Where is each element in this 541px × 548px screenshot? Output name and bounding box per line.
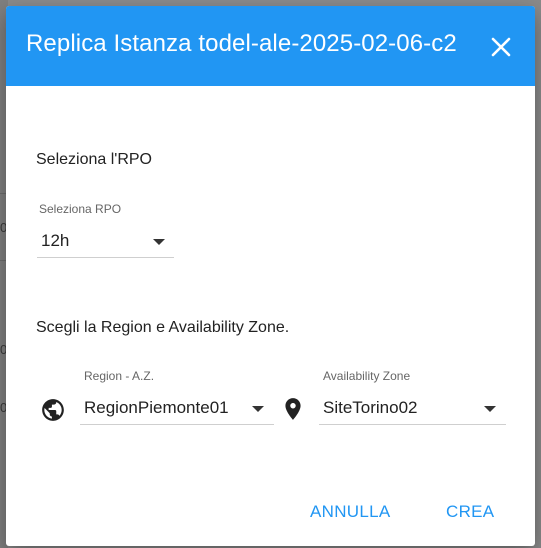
- close-icon: [491, 37, 511, 57]
- location-pin-icon: [285, 398, 301, 420]
- az-field-label: Availability Zone: [323, 369, 411, 383]
- availability-zone-select-value: SiteTorino02: [323, 398, 418, 417]
- cancel-button[interactable]: ANNULLA: [304, 498, 397, 526]
- region-select[interactable]: RegionPiemonte01: [80, 394, 274, 425]
- rpo-select-value: 12h: [41, 231, 70, 250]
- rpo-section-heading: Seleziona l'RPO: [36, 151, 152, 168]
- replica-dialog: Replica Istanza todel-ale-2025-02-06-c2 …: [6, 6, 535, 546]
- chevron-down-icon: [484, 406, 496, 412]
- create-button[interactable]: CREA: [440, 498, 500, 526]
- region-section-heading: Scegli la Region e Availability Zone.: [36, 319, 290, 336]
- region-field-label: Region - A.Z.: [84, 369, 155, 383]
- chevron-down-icon: [153, 239, 165, 245]
- chevron-down-icon: [252, 406, 264, 412]
- availability-zone-select[interactable]: SiteTorino02: [319, 394, 506, 425]
- dialog-header: Replica Istanza todel-ale-2025-02-06-c2: [6, 6, 535, 86]
- dialog-title: Replica Istanza todel-ale-2025-02-06-c2: [26, 30, 457, 57]
- globe-icon: [42, 399, 64, 421]
- rpo-field-label: Seleziona RPO: [39, 202, 122, 216]
- close-button[interactable]: [486, 32, 516, 62]
- region-select-value: RegionPiemonte01: [84, 398, 229, 417]
- rpo-select[interactable]: 12h: [37, 227, 174, 258]
